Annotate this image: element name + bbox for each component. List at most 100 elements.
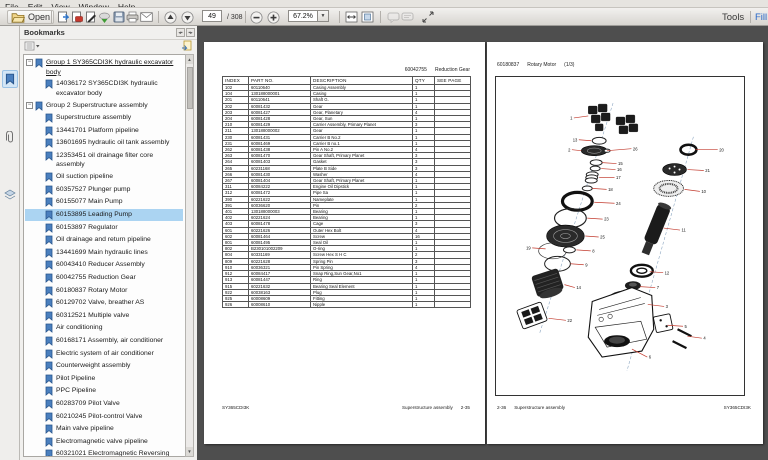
zoom-dropdown-icon[interactable]: ▼ xyxy=(318,10,329,22)
page-down-icon[interactable] xyxy=(180,10,195,24)
save-disk-icon[interactable] xyxy=(111,10,126,24)
bookmarks-icon[interactable] xyxy=(2,70,18,88)
bookmark-item[interactable]: 60129702 Valve, breather AS xyxy=(25,297,183,310)
column-header: QTY xyxy=(413,77,435,85)
bookmark-icon xyxy=(45,424,53,434)
bookmarks-options-bar xyxy=(20,40,197,54)
fit-page-icon[interactable] xyxy=(360,10,375,24)
zoom-in-icon[interactable] xyxy=(266,10,281,24)
callout-number: 11 xyxy=(682,228,687,233)
bookmark-label: 60168171 Assembly, air conditioner xyxy=(56,336,163,345)
bookmark-item[interactable]: Oil drainage and return pipeline xyxy=(25,234,183,247)
bookmark-item[interactable]: Electric system of air conditioner xyxy=(25,347,183,360)
bookmark-item[interactable]: 60153897 Regulator xyxy=(25,221,183,234)
cloud-upload-icon[interactable] xyxy=(97,10,112,24)
callout-line xyxy=(564,285,574,288)
bookmark-item[interactable]: PPC Pipeline xyxy=(25,385,183,398)
panel-collapse-icon[interactable]: ◂▪ xyxy=(176,28,185,37)
fullscreen-icon[interactable] xyxy=(420,10,435,24)
bookmark-item[interactable]: 60042755 Reduction Gear xyxy=(25,272,183,285)
callout-number: 18 xyxy=(608,187,613,192)
bookmark-item[interactable]: 60043410 Reducer Assembly xyxy=(25,259,183,272)
zoom-out-icon[interactable] xyxy=(249,10,264,24)
bookmark-item[interactable]: Superstructure assembly xyxy=(25,112,183,125)
bookmark-icon xyxy=(45,126,53,136)
scroll-thumb[interactable] xyxy=(187,67,193,109)
bookmark-label: Electromagnetic valve pipeline xyxy=(56,437,148,446)
bookmark-item[interactable]: 60180837 Rotary Motor xyxy=(25,284,183,297)
comment-icon[interactable] xyxy=(386,10,401,24)
print-icon[interactable] xyxy=(125,10,140,24)
zoom-level-value[interactable]: 67.2% xyxy=(288,10,318,22)
callout-line xyxy=(607,149,631,151)
document-area[interactable]: 60042755Reduction Gear INDEXPART NO.DESC… xyxy=(197,26,768,460)
diagram-shapes xyxy=(517,104,697,357)
bookmark-label: 60283709 Pilot Valve xyxy=(56,399,120,408)
bookmark-group[interactable]: −Group 2 Superstructure assembly xyxy=(25,99,183,112)
scroll-down-icon[interactable]: ▼ xyxy=(186,447,193,456)
collapse-toggle-icon[interactable]: − xyxy=(26,102,33,109)
panel-expand-icon[interactable]: ▪▸ xyxy=(186,28,195,37)
bookmark-item[interactable]: 13601695 hydraulic oil tank assembly xyxy=(25,137,183,150)
comment-list-icon[interactable] xyxy=(400,10,415,24)
fill-sign-button[interactable]: Fill & xyxy=(755,10,768,24)
bookmark-item[interactable]: 13441701 Platform pipeline xyxy=(25,125,183,138)
bookmark-icon xyxy=(45,449,53,457)
bookmark-item[interactable]: 60312521 Multiple valve xyxy=(25,309,183,322)
fit-width-icon[interactable] xyxy=(344,10,359,24)
callout-line xyxy=(594,202,614,203)
bookmark-label: 14036172 SY365CDI3K hydraulic excavator … xyxy=(56,79,183,98)
open-button[interactable]: Open xyxy=(7,10,54,24)
bookmark-item[interactable]: 60210245 Pilot-control Valve xyxy=(25,410,183,423)
callout-number: 1 xyxy=(570,116,573,121)
bookmarks-scrollbar[interactable]: ▲ ▼ xyxy=(185,54,194,457)
bookmark-item[interactable]: 60357527 Plunger pump xyxy=(25,184,183,197)
bookmark-item[interactable]: Oil suction pipeline xyxy=(25,171,183,184)
bookmark-icon xyxy=(45,286,53,296)
attachments-icon[interactable] xyxy=(2,128,18,146)
bookmark-icon xyxy=(35,101,43,111)
page-up-icon[interactable] xyxy=(163,10,178,24)
footer-section-label: Superstructure assembly xyxy=(402,405,453,410)
save-as-icon[interactable] xyxy=(55,10,70,24)
bookmark-icon xyxy=(45,151,53,161)
column-header: DESCRIPTION xyxy=(311,77,413,85)
bookmark-item[interactable]: 60168171 Assembly, air conditioner xyxy=(25,335,183,348)
callout-number: 22 xyxy=(567,318,572,323)
bookmark-item[interactable]: 13441699 Main hydraulic lines xyxy=(25,247,183,260)
bookmark-item[interactable]: 60283709 Pilot Valve xyxy=(25,398,183,411)
table-cell: 926 xyxy=(223,302,249,308)
callout-line xyxy=(576,250,590,251)
callout-line xyxy=(574,116,588,118)
sign-pen-icon[interactable] xyxy=(83,10,98,24)
bookmark-icon xyxy=(45,248,53,258)
email-icon[interactable] xyxy=(139,10,154,24)
bookmark-icon xyxy=(45,172,53,182)
bookmark-item[interactable]: 60153895 Leading Pump xyxy=(25,209,183,222)
bookmark-item[interactable]: Air conditioning xyxy=(25,322,183,335)
bookmark-item[interactable]: Pilot Pipeline xyxy=(25,372,183,385)
bookmark-item[interactable]: 60155077 Main Pump xyxy=(25,196,183,209)
bookmark-item[interactable]: Main valve pipeline xyxy=(25,423,183,436)
bookmark-item[interactable]: 14036172 SY365CDI3K hydraulic excavator … xyxy=(25,78,183,99)
bookmark-label: PPC Pipeline xyxy=(56,386,96,395)
scroll-up-icon[interactable]: ▲ xyxy=(186,55,193,64)
part-title: Reduction Gear xyxy=(435,67,470,73)
export-red-icon[interactable] xyxy=(69,10,84,24)
bookmark-label: 12353451 oil drainage filter core assemb… xyxy=(56,151,183,170)
layers-icon[interactable] xyxy=(2,186,18,204)
bookmark-item[interactable]: 60321021 Electromagnetic Reversing Valve xyxy=(25,448,183,457)
callout-number: 16 xyxy=(617,167,622,172)
callout-line xyxy=(585,236,598,237)
bookmark-label: 60210245 Pilot-control Valve xyxy=(56,412,142,421)
collapse-toggle-icon[interactable]: − xyxy=(26,59,33,66)
bookmark-label: 60312521 Multiple valve xyxy=(56,311,129,320)
tools-button[interactable]: Tools xyxy=(722,10,744,24)
bookmark-group[interactable]: −Group 1 SY365CDI3K hydraulic excavator … xyxy=(25,57,183,78)
callout-line xyxy=(592,188,606,189)
bookmark-item[interactable]: Counterweight assembly xyxy=(25,360,183,373)
bookmark-label: 60321021 Electromagnetic Reversing Valve xyxy=(56,449,183,457)
bookmark-item[interactable]: 12353451 oil drainage filter core assemb… xyxy=(25,150,183,171)
bookmark-item[interactable]: Electromagnetic valve pipeline xyxy=(25,435,183,448)
page-number-input[interactable] xyxy=(202,10,222,22)
